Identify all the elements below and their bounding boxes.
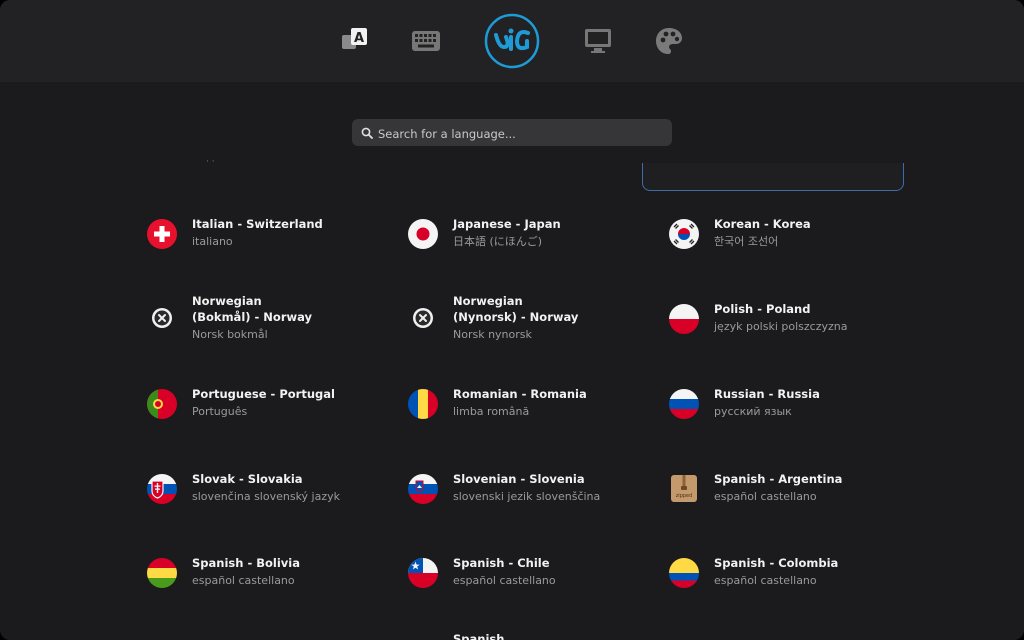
korea-flag-icon [669, 219, 699, 249]
chile-flag-icon [408, 558, 438, 588]
search-input[interactable] [376, 119, 676, 148]
keyboard-step-icon[interactable] [409, 24, 443, 58]
zipped-archive-icon: zipped [669, 473, 699, 503]
svg-text:zipped: zipped [676, 493, 693, 499]
language-step-icon[interactable]: A [338, 24, 372, 58]
language-title-line2: (Nynorsk) - Norway [453, 310, 579, 324]
app-window: A Search for a language... · · Italian -… [0, 0, 1024, 640]
language-title-line2: (Bokmål) - Norway [192, 310, 313, 324]
language-native-name: 日本語 (にほんご) [453, 235, 543, 248]
slovakia-flag-icon [147, 474, 177, 504]
language-title: Polish - Poland [714, 302, 811, 316]
poland-flag-icon [669, 304, 699, 334]
scrolled-content-fragment: · · [206, 157, 215, 167]
language-title: Spanish - Chile [453, 556, 550, 570]
search-icon [361, 127, 373, 139]
svg-text:A: A [354, 31, 364, 46]
language-title: Slovak - Slovakia [192, 472, 303, 486]
missing-flag-icon [147, 303, 177, 333]
language-title-line1: Norwegian [192, 294, 262, 308]
language-native-name: italiano [192, 235, 233, 248]
portugal-flag-icon [147, 389, 177, 419]
language-native-name: slovenski jezik slovenščina [453, 490, 601, 503]
language-title: Spanish - Argentina [714, 472, 843, 486]
language-title: Italian - Switzerland [192, 217, 323, 231]
language-native-name: español castellano [714, 490, 817, 503]
romania-flag-icon [408, 389, 438, 419]
language-native-name: slovenčina slovenský jazyk [192, 490, 341, 503]
colombia-flag-icon [669, 558, 699, 588]
bolivia-flag-icon [147, 558, 177, 588]
language-native-name: Norsk bokmål [192, 328, 268, 341]
slovenia-flag-icon [408, 474, 438, 504]
display-step-icon[interactable] [581, 24, 615, 58]
selected-language-card-partial[interactable] [642, 163, 904, 191]
language-native-name: español castellano [714, 574, 817, 587]
language-native-name: limba română [453, 405, 530, 418]
biglinux-logo[interactable] [484, 13, 540, 69]
language-title: Slovenian - Slovenia [453, 472, 585, 486]
language-native-name: 한국어 조선어 [714, 235, 779, 248]
header-bar: A [0, 0, 1024, 82]
language-item-partial-title[interactable]: Spanish [453, 632, 504, 640]
language-title: Korean - Korea [714, 217, 811, 231]
language-native-name: русский язык [714, 405, 792, 418]
language-native-name: Português [192, 405, 248, 418]
language-native-name: español castellano [192, 574, 295, 587]
language-title: Portuguese - Portugal [192, 387, 335, 401]
theme-palette-icon[interactable] [652, 24, 686, 58]
language-native-name: Norsk nynorsk [453, 328, 532, 341]
language-title: Japanese - Japan [453, 217, 561, 231]
language-search-box[interactable] [352, 119, 676, 148]
language-title: Romanian - Romania [453, 387, 587, 401]
language-native-name: español castellano [453, 574, 556, 587]
language-title-line1: Norwegian [453, 294, 523, 308]
missing-flag-icon [408, 303, 438, 333]
russia-flag-icon [669, 389, 699, 419]
language-native-name: język polski polszczyzna [714, 320, 848, 333]
language-title: Russian - Russia [714, 387, 820, 401]
language-title: Spanish - Bolivia [192, 556, 300, 570]
language-title: Spanish - Colombia [714, 556, 839, 570]
japan-flag-icon [408, 219, 438, 249]
switzerland-flag-icon [147, 219, 177, 249]
